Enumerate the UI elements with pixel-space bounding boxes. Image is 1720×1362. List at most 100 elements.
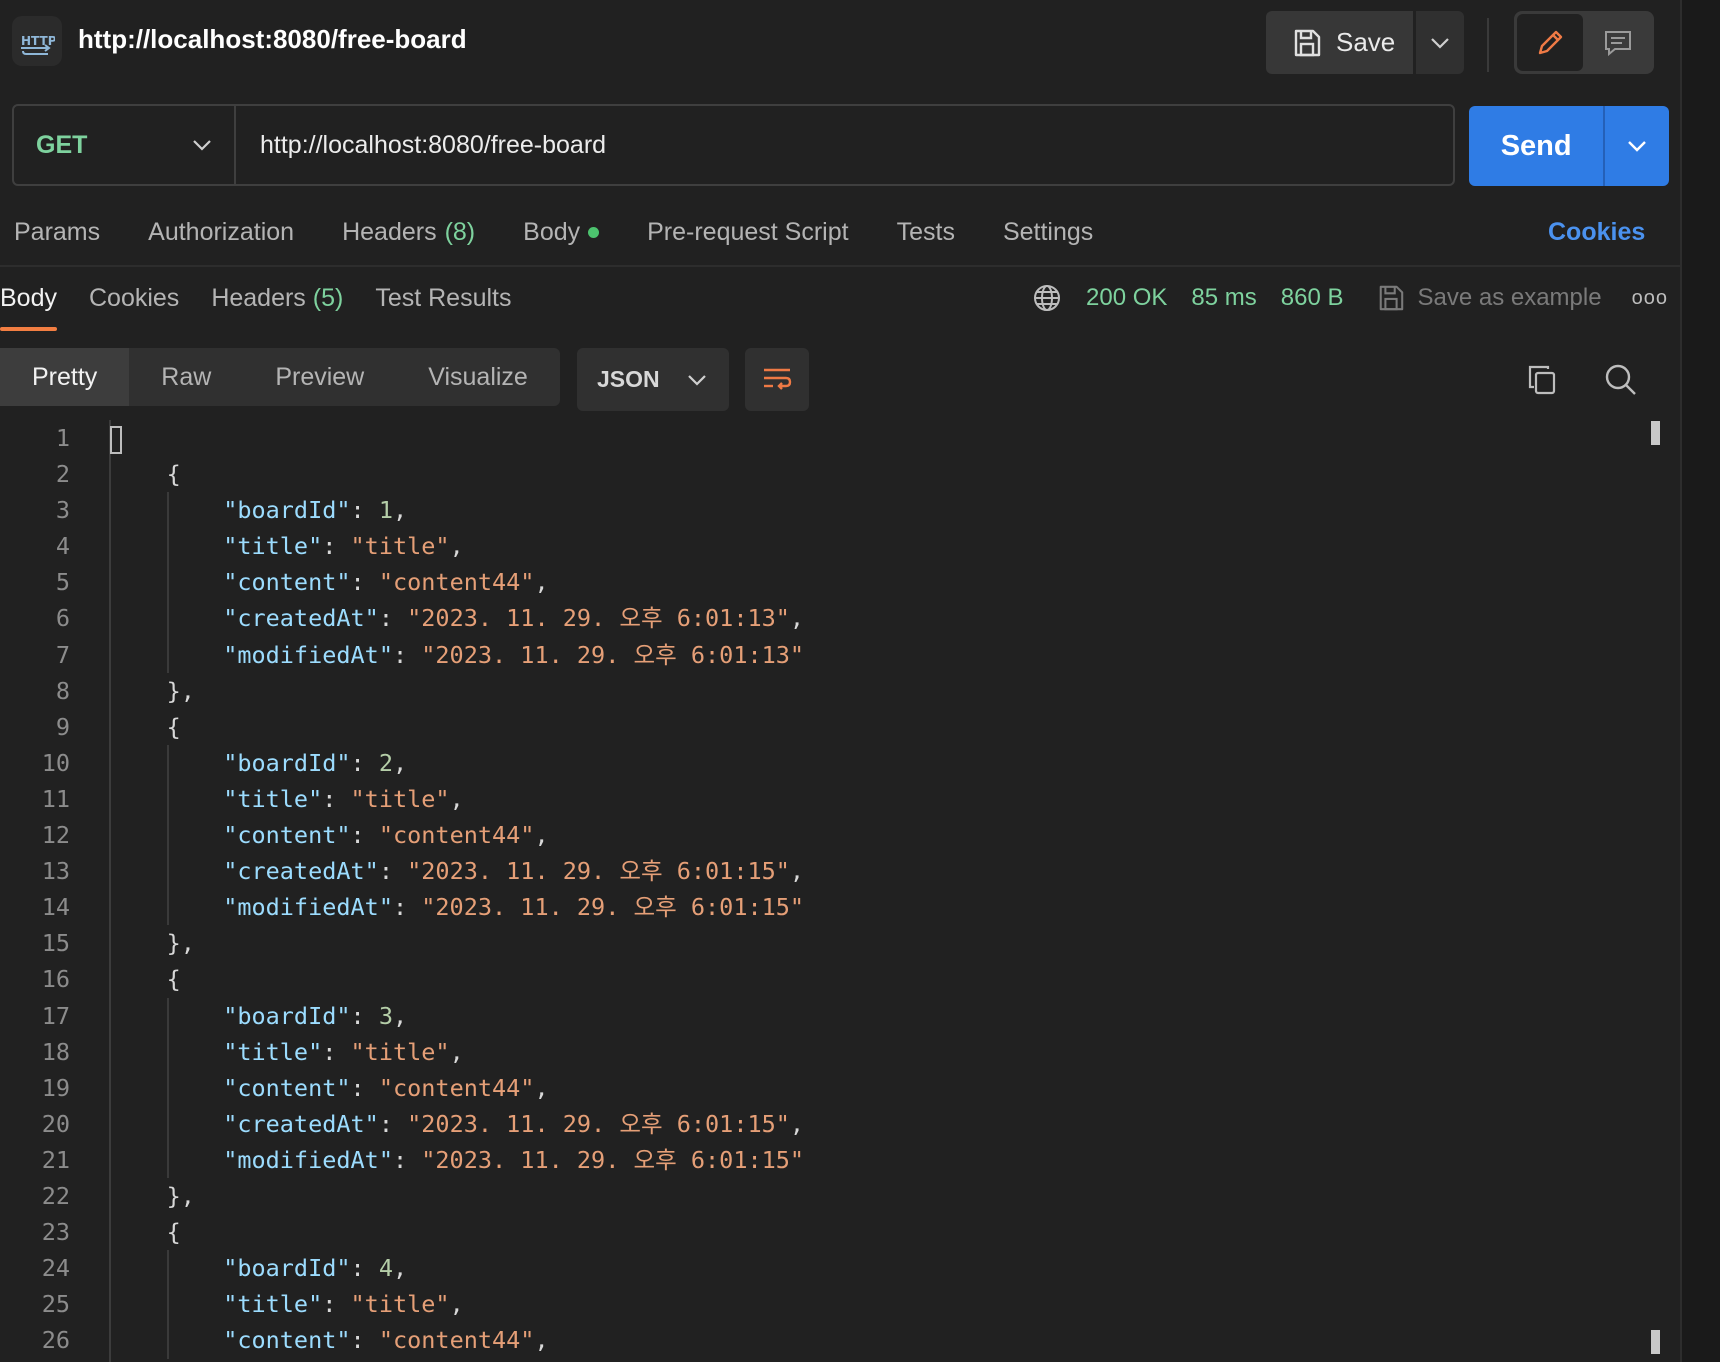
json-key: "title" xyxy=(223,532,323,561)
url-input[interactable]: http://localhost:8080/free-board xyxy=(236,131,606,160)
line-number: 21 xyxy=(41,1145,70,1174)
code-line: "boardId": 4, xyxy=(110,1250,804,1286)
code-line: "content": "content44", xyxy=(110,564,804,600)
json-colon: : xyxy=(322,532,351,561)
view-tab-visualize[interactable]: Visualize xyxy=(396,348,560,406)
line-number: 2 xyxy=(55,460,70,489)
tab-headers[interactable]: Headers (8) xyxy=(342,218,475,247)
json-key: "content" xyxy=(223,821,351,850)
json-comma: , xyxy=(392,1001,408,1030)
line-number: 23 xyxy=(41,1218,70,1247)
tab-body[interactable]: Body xyxy=(523,218,600,247)
response-size[interactable]: 860 B xyxy=(1281,284,1344,312)
line-number: 16 xyxy=(41,965,70,994)
code-line xyxy=(110,420,804,456)
json-colon: : xyxy=(350,821,379,850)
save-button[interactable]: Save xyxy=(1266,11,1413,74)
view-tab-raw[interactable]: Raw xyxy=(129,348,243,406)
response-tab-headers[interactable]: Headers (5) xyxy=(211,284,343,331)
json-comma: , xyxy=(449,532,464,561)
url-bar: GET http://localhost:8080/free-board xyxy=(12,104,1455,186)
bracket-cursor xyxy=(110,425,122,454)
line-number: 7 xyxy=(55,640,70,669)
json-key: "boardId" xyxy=(223,1001,351,1030)
http-icon: HTTP xyxy=(12,16,62,66)
send-button[interactable]: Send xyxy=(1469,106,1604,186)
response-tab-cookies[interactable]: Cookies xyxy=(89,284,179,331)
json-colon: : xyxy=(322,1290,351,1319)
code-line: }, xyxy=(110,925,804,961)
edit-mode-button[interactable] xyxy=(1517,14,1583,71)
json-key: "createdAt" xyxy=(223,1109,379,1138)
json-value: "2023. 11. 29. 오후 6:01:15" xyxy=(421,893,805,922)
json-brace: }, xyxy=(110,676,195,705)
line-number: 18 xyxy=(41,1037,70,1066)
json-value: "content44" xyxy=(378,1073,535,1102)
scrollbar-thumb-bottom[interactable] xyxy=(1651,1330,1660,1354)
json-key: "content" xyxy=(223,568,351,597)
save-as-example-button[interactable]: Save as example xyxy=(1377,284,1602,312)
json-colon: : xyxy=(350,496,379,525)
json-value: "content44" xyxy=(378,1326,535,1355)
comments-mode-button[interactable] xyxy=(1585,14,1651,71)
line-number: 3 xyxy=(55,496,70,525)
line-number: 5 xyxy=(55,568,70,597)
response-tab-body[interactable]: Body xyxy=(0,284,57,331)
line-number: 22 xyxy=(41,1181,70,1210)
search-icon[interactable] xyxy=(1604,363,1638,402)
json-key: "createdAt" xyxy=(223,857,379,886)
response-tab-test-results[interactable]: Test Results xyxy=(375,284,511,331)
method-select[interactable]: GET xyxy=(14,106,236,184)
json-key: "title" xyxy=(223,784,323,813)
status-code[interactable]: 200 OK xyxy=(1086,284,1167,312)
more-options-button[interactable]: ooo xyxy=(1632,287,1668,310)
json-value: 2 xyxy=(378,748,393,777)
tab-tests[interactable]: Tests xyxy=(897,218,955,247)
chevron-down-icon xyxy=(193,140,211,151)
scrollbar-thumb-top[interactable] xyxy=(1651,421,1660,445)
json-key: "title" xyxy=(223,1290,323,1319)
json-brace: }, xyxy=(110,1181,195,1210)
json-comma: , xyxy=(392,496,408,525)
response-time[interactable]: 85 ms xyxy=(1191,284,1256,312)
view-tab-pretty[interactable]: Pretty xyxy=(0,348,130,406)
json-comma: , xyxy=(449,784,464,813)
code-line: { xyxy=(110,1214,804,1250)
code-line: { xyxy=(110,961,804,997)
response-tab-headers-count: (5) xyxy=(312,284,344,312)
section-divider xyxy=(0,265,1680,267)
code-line: "modifiedAt": "2023. 11. 29. 오후 6:01:13" xyxy=(110,637,804,673)
format-select[interactable]: JSON xyxy=(577,348,729,411)
code-line: "modifiedAt": "2023. 11. 29. 오후 6:01:15" xyxy=(110,889,804,925)
json-key: "content" xyxy=(223,1073,351,1102)
view-tab-preview[interactable]: Preview xyxy=(243,348,396,406)
send-options-button[interactable] xyxy=(1603,106,1669,186)
code-line: "title": "title", xyxy=(110,1286,804,1322)
response-editor[interactable]: 1 2 3 4 5 6 7 8 9 10 11 12 13 14 15 16 17 18 19 20 21 22 23 24 2… xyxy=(0,420,1640,1362)
wrap-lines-button[interactable] xyxy=(745,348,809,411)
save-group: Save xyxy=(1266,11,1464,74)
json-comma: , xyxy=(534,568,549,597)
comment-icon xyxy=(1605,30,1631,56)
line-number: 1 xyxy=(55,424,70,452)
tab-authorization[interactable]: Authorization xyxy=(148,218,294,247)
request-name[interactable]: http://localhost:8080/free-board xyxy=(78,24,467,55)
line-number: 9 xyxy=(55,712,70,741)
globe-icon[interactable] xyxy=(1032,283,1062,313)
json-brace: }, xyxy=(110,929,195,958)
save-options-button[interactable] xyxy=(1416,11,1464,74)
editor-scrollbar[interactable] xyxy=(1642,420,1660,1360)
json-value: "2023. 11. 29. 오후 6:01:13" xyxy=(421,640,805,669)
json-colon: : xyxy=(350,1073,379,1102)
cookies-link[interactable]: Cookies xyxy=(1548,218,1645,247)
copy-icon[interactable] xyxy=(1526,363,1558,402)
json-colon: : xyxy=(392,640,422,669)
json-colon: : xyxy=(350,1326,379,1355)
chevron-down-icon xyxy=(1628,141,1647,152)
code-line: { xyxy=(110,709,804,745)
line-number: 10 xyxy=(41,748,70,777)
tab-pre-request-script[interactable]: Pre-request Script xyxy=(647,218,848,247)
code-line: "content": "content44", xyxy=(110,1070,804,1106)
tab-settings[interactable]: Settings xyxy=(1003,218,1093,247)
tab-params[interactable]: Params xyxy=(14,218,100,247)
